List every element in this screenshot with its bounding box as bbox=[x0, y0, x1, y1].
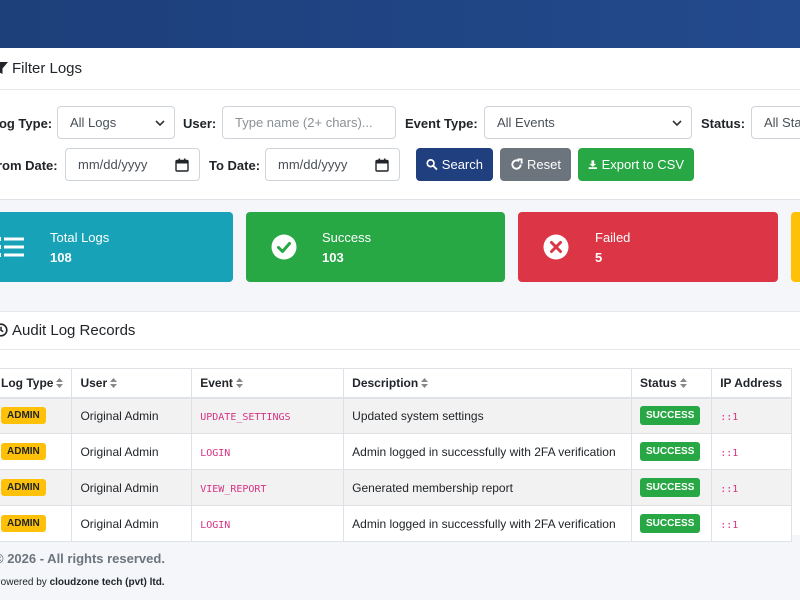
records-title: Audit Log Records bbox=[0, 320, 135, 340]
stat-label: Total Logs bbox=[50, 230, 110, 245]
calendar-icon[interactable] bbox=[375, 158, 389, 172]
from-date-input[interactable]: mm/dd/yyyy bbox=[65, 148, 200, 181]
from-date-value: mm/dd/yyyy bbox=[78, 157, 148, 172]
table-header-row: Log Type User Event Description Status I… bbox=[0, 368, 792, 399]
user-search-placeholder: Type name (2+ chars)... bbox=[235, 115, 373, 130]
log-type-badge: ADMIN bbox=[1, 479, 46, 496]
status-value: All Status bbox=[764, 115, 800, 130]
export-csv-button[interactable]: Export to CSV bbox=[578, 148, 694, 181]
log-type-select[interactable]: All Logs bbox=[57, 106, 175, 139]
ip-address-code: ::1 bbox=[720, 447, 739, 459]
user-label: User: bbox=[183, 116, 217, 131]
sort-icon bbox=[56, 377, 64, 388]
table-row: ADMIN Original Admin UPDATE_SETTINGS Upd… bbox=[0, 397, 792, 434]
status-badge: SUCCESS bbox=[640, 442, 701, 461]
status-label: Status: bbox=[701, 116, 746, 131]
status-badge: SUCCESS bbox=[640, 406, 701, 426]
description-cell: Admin logged in successfully with 2FA ve… bbox=[343, 505, 633, 542]
download-icon bbox=[588, 160, 597, 169]
stat-value: 5 bbox=[595, 250, 603, 265]
footer-copyright: © 2026 - All rights reserved. bbox=[0, 551, 165, 566]
to-date-input[interactable]: mm/dd/yyyy bbox=[265, 148, 400, 181]
column-header-log-type[interactable]: Log Type bbox=[0, 368, 73, 399]
filter-icon bbox=[0, 62, 8, 74]
ip-address-code: ::1 bbox=[720, 483, 739, 495]
log-type-badge: ADMIN bbox=[1, 407, 46, 425]
records-divider bbox=[0, 349, 800, 350]
search-button[interactable]: Search bbox=[416, 148, 493, 181]
chevron-down-icon bbox=[155, 120, 165, 127]
user-cell: Original Admin bbox=[71, 505, 193, 542]
history-icon bbox=[0, 323, 8, 337]
status-select[interactable]: All Status bbox=[751, 106, 800, 139]
event-code: VIEW_REPORT bbox=[200, 483, 267, 495]
description-cell: Admin logged in successfully with 2FA ve… bbox=[343, 433, 633, 470]
calendar-icon[interactable] bbox=[175, 158, 189, 172]
log-type-badge: ADMIN bbox=[1, 515, 46, 532]
user-cell: Original Admin bbox=[71, 397, 193, 434]
search-icon bbox=[426, 159, 438, 171]
status-badge: SUCCESS bbox=[640, 478, 701, 497]
column-header-user[interactable]: User bbox=[71, 368, 193, 399]
footer-company: cloudzone tech (pvt) ltd. bbox=[49, 577, 165, 588]
status-badge: SUCCESS bbox=[640, 514, 701, 533]
event-code: LOGIN bbox=[200, 447, 231, 459]
event-type-label: Event Type: bbox=[405, 116, 478, 131]
log-type-badge: ADMIN bbox=[1, 443, 46, 460]
table-row: ADMIN Original Admin VIEW_REPORT Generat… bbox=[0, 469, 792, 506]
sort-icon bbox=[421, 377, 429, 388]
user-search-input[interactable]: Type name (2+ chars)... bbox=[222, 106, 396, 139]
top-navbar bbox=[0, 0, 800, 48]
table-row: ADMIN Original Admin LOGIN Admin logged … bbox=[0, 433, 792, 470]
stat-card-success: Success 103 bbox=[246, 212, 505, 282]
user-cell: Original Admin bbox=[71, 469, 193, 506]
chevron-down-icon bbox=[672, 120, 682, 127]
filter-title: Filter Logs bbox=[0, 58, 82, 78]
records-title-text: Audit Log Records bbox=[12, 321, 136, 339]
filter-title-text: Filter Logs bbox=[12, 59, 83, 77]
stat-card-partial bbox=[791, 212, 800, 282]
from-date-label: From Date: bbox=[0, 158, 58, 173]
stat-card-failed: Failed 5 bbox=[518, 212, 778, 282]
stat-card-total-logs: Total Logs 108 bbox=[0, 212, 233, 282]
redo-icon bbox=[511, 158, 523, 170]
event-code: LOGIN bbox=[200, 519, 231, 531]
to-date-value: mm/dd/yyyy bbox=[278, 157, 348, 172]
audit-log-table: Log Type User Event Description Status I… bbox=[0, 368, 792, 542]
sort-icon bbox=[235, 377, 243, 388]
description-cell: Generated membership report bbox=[343, 469, 633, 506]
stat-value: 108 bbox=[50, 250, 72, 265]
stat-value: 103 bbox=[322, 250, 344, 265]
ip-address-code: ::1 bbox=[720, 519, 739, 531]
stat-label: Success bbox=[322, 230, 372, 245]
column-header-description[interactable]: Description bbox=[343, 368, 633, 399]
event-code: UPDATE_SETTINGS bbox=[200, 411, 291, 423]
ip-address-code: ::1 bbox=[720, 411, 739, 423]
log-type-label: Log Type: bbox=[0, 116, 53, 131]
x-circle-icon bbox=[543, 234, 569, 260]
to-date-label: To Date: bbox=[209, 158, 261, 173]
table-row: ADMIN Original Admin LOGIN Admin logged … bbox=[0, 505, 792, 542]
stat-label: Failed bbox=[595, 230, 631, 245]
search-button-label: Search bbox=[441, 157, 483, 172]
filter-divider bbox=[0, 89, 800, 90]
event-type-select[interactable]: All Events bbox=[484, 106, 692, 139]
user-cell: Original Admin bbox=[71, 433, 193, 470]
description-cell: Updated system settings bbox=[343, 397, 633, 434]
event-type-value: All Events bbox=[497, 115, 555, 130]
sort-icon bbox=[110, 377, 118, 388]
list-icon bbox=[0, 237, 24, 257]
footer-powered-by: Powered by cloudzone tech (pvt) ltd. bbox=[0, 577, 165, 588]
check-circle-icon bbox=[271, 234, 297, 260]
log-type-value: All Logs bbox=[70, 115, 117, 130]
sort-icon bbox=[679, 377, 687, 388]
reset-button-label: Reset bbox=[527, 157, 561, 172]
column-header-event[interactable]: Event bbox=[191, 368, 345, 399]
column-header-ip-address[interactable]: IP Address bbox=[711, 368, 792, 399]
reset-button[interactable]: Reset bbox=[500, 148, 571, 181]
footer-powered-prefix: Powered by bbox=[0, 577, 47, 588]
column-header-status[interactable]: Status bbox=[631, 368, 713, 399]
export-csv-button-label: Export to CSV bbox=[601, 157, 684, 172]
